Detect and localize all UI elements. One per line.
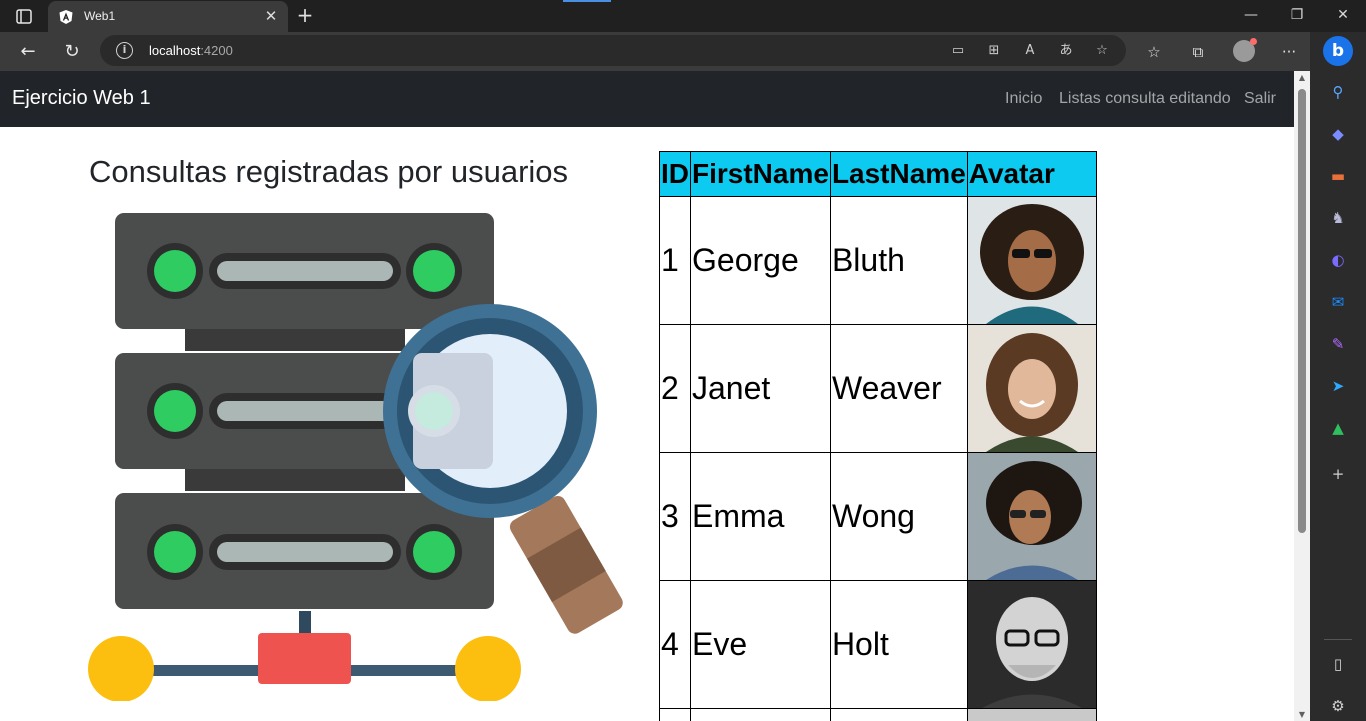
translate-icon[interactable]: あ bbox=[1056, 41, 1076, 61]
split-screen-icon[interactable]: ▯ bbox=[1326, 652, 1350, 676]
column-header-firstname: FirstName bbox=[690, 151, 831, 197]
cell-firstname: George bbox=[690, 196, 831, 325]
scroll-thumb[interactable] bbox=[1298, 89, 1306, 533]
avatar bbox=[967, 581, 1096, 708]
tools-icon[interactable]: ▬ bbox=[1326, 164, 1350, 188]
close-window-icon[interactable]: ✕ bbox=[1329, 4, 1357, 26]
browser-tab[interactable]: Web1 ✕ bbox=[48, 1, 288, 32]
nav-link-listas[interactable]: Listas consulta editando bbox=[1059, 90, 1231, 108]
site-navbar: Ejercicio Web 1 Inicio Listas consulta e… bbox=[0, 71, 1294, 127]
add-favorite-icon[interactable]: ☆ bbox=[1092, 41, 1112, 61]
cell-lastname bbox=[829, 708, 968, 721]
column-header-avatar: Avatar bbox=[966, 151, 1097, 197]
cell-avatar bbox=[966, 324, 1097, 453]
back-icon[interactable]: ← bbox=[14, 38, 42, 66]
cell-firstname: Emma bbox=[690, 452, 831, 581]
edge-sidebar: b ⚲ ◆ ▬ ♞ ◐ ✉ ✎ ➤ ▲ + ▯ ⚙ bbox=[1310, 32, 1366, 721]
cast-icon[interactable]: ▭ bbox=[948, 41, 968, 61]
new-tab-icon[interactable]: + bbox=[294, 4, 316, 28]
shopping-icon[interactable]: ◆ bbox=[1326, 122, 1350, 146]
apps-icon[interactable]: ⊞ bbox=[984, 41, 1004, 61]
tree-icon[interactable]: ▲ bbox=[1326, 416, 1350, 440]
outlook-icon[interactable]: ✉ bbox=[1326, 290, 1350, 314]
column-header-id: ID bbox=[659, 151, 691, 197]
cell-lastname: Weaver bbox=[829, 324, 968, 453]
browser-tab-strip: Web1 ✕ + — ❐ ✕ bbox=[0, 0, 1366, 32]
navbar-brand[interactable]: Ejercicio Web 1 bbox=[12, 87, 151, 110]
cell-id: 1 bbox=[659, 196, 691, 325]
table-header-row: ID FirstName LastName Avatar bbox=[659, 151, 1097, 197]
table-row bbox=[659, 708, 1097, 721]
send-icon[interactable]: ➤ bbox=[1326, 374, 1350, 398]
cell-avatar bbox=[966, 452, 1097, 581]
cell-avatar bbox=[966, 580, 1097, 709]
designer-icon[interactable]: ✎ bbox=[1326, 332, 1350, 356]
address-url[interactable]: localhost:4200 bbox=[149, 43, 233, 58]
page-scrollbar[interactable]: ▲ ▼ bbox=[1294, 71, 1310, 721]
cell-lastname: Wong bbox=[829, 452, 968, 581]
table-row: 1 George Bluth bbox=[659, 196, 1097, 325]
tab-actions-icon[interactable] bbox=[10, 6, 38, 28]
angular-icon bbox=[58, 9, 74, 25]
avatar bbox=[967, 453, 1096, 580]
minimize-icon[interactable]: — bbox=[1237, 4, 1265, 26]
nav-link-salir[interactable]: Salir bbox=[1244, 90, 1276, 108]
server-search-illustration bbox=[88, 213, 623, 701]
search-icon[interactable]: ⚲ bbox=[1326, 80, 1350, 104]
cell-firstname: Eve bbox=[690, 580, 831, 709]
scroll-down-icon[interactable]: ▼ bbox=[1297, 710, 1307, 720]
close-tab-icon[interactable]: ✕ bbox=[262, 7, 280, 25]
read-aloud-icon[interactable]: A bbox=[1020, 41, 1040, 61]
games-icon[interactable]: ♞ bbox=[1326, 206, 1350, 230]
scroll-up-icon[interactable]: ▲ bbox=[1297, 73, 1307, 83]
collections-icon[interactable]: ⧉ bbox=[1186, 40, 1210, 64]
cell-avatar bbox=[966, 196, 1097, 325]
favorites-icon[interactable]: ☆ bbox=[1142, 40, 1166, 64]
tab-title: Web1 bbox=[84, 9, 116, 23]
cell-firstname: Janet bbox=[690, 324, 831, 453]
tab-drag-indicator bbox=[563, 0, 611, 2]
sidebar-divider bbox=[1324, 639, 1352, 640]
address-bar[interactable]: i localhost:4200 ▭ ⊞ A あ ☆ bbox=[100, 35, 1126, 66]
site-info-icon[interactable]: i bbox=[116, 42, 133, 59]
table-row: 2 Janet Weaver bbox=[659, 324, 1097, 453]
restore-icon[interactable]: ❐ bbox=[1283, 4, 1311, 26]
profile-avatar[interactable] bbox=[1233, 38, 1257, 62]
copilot-icon[interactable]: ◐ bbox=[1326, 248, 1350, 272]
table-row: 4 Eve Holt bbox=[659, 580, 1097, 709]
cell-lastname: Bluth bbox=[829, 196, 968, 325]
cell-lastname: Holt bbox=[829, 580, 968, 709]
page-viewport: Ejercicio Web 1 Inicio Listas consulta e… bbox=[0, 71, 1294, 721]
nav-link-inicio[interactable]: Inicio bbox=[1005, 90, 1042, 108]
refresh-icon[interactable]: ↻ bbox=[58, 38, 86, 66]
avatar bbox=[967, 197, 1096, 324]
cell-id: 4 bbox=[659, 580, 691, 709]
cell-avatar bbox=[966, 708, 1097, 721]
bing-icon[interactable]: b bbox=[1323, 36, 1353, 66]
table-row: 3 Emma Wong bbox=[659, 452, 1097, 581]
more-options-icon[interactable]: ··· bbox=[1277, 40, 1301, 64]
add-sidebar-app-icon[interactable]: + bbox=[1326, 462, 1350, 486]
page-title: Consultas registradas por usuarios bbox=[89, 154, 569, 189]
cell-id: 3 bbox=[659, 452, 691, 581]
users-table: ID FirstName LastName Avatar 1 George Bl… bbox=[659, 151, 1097, 721]
cell-id: 2 bbox=[659, 324, 691, 453]
cell-id bbox=[659, 708, 691, 721]
cell-firstname bbox=[690, 708, 831, 721]
column-header-lastname: LastName bbox=[829, 151, 968, 197]
browser-toolbar: ← ↻ i localhost:4200 ▭ ⊞ A あ ☆ ☆ ⧉ ··· bbox=[0, 32, 1310, 71]
avatar bbox=[967, 325, 1096, 452]
settings-gear-icon[interactable]: ⚙ bbox=[1326, 694, 1350, 718]
